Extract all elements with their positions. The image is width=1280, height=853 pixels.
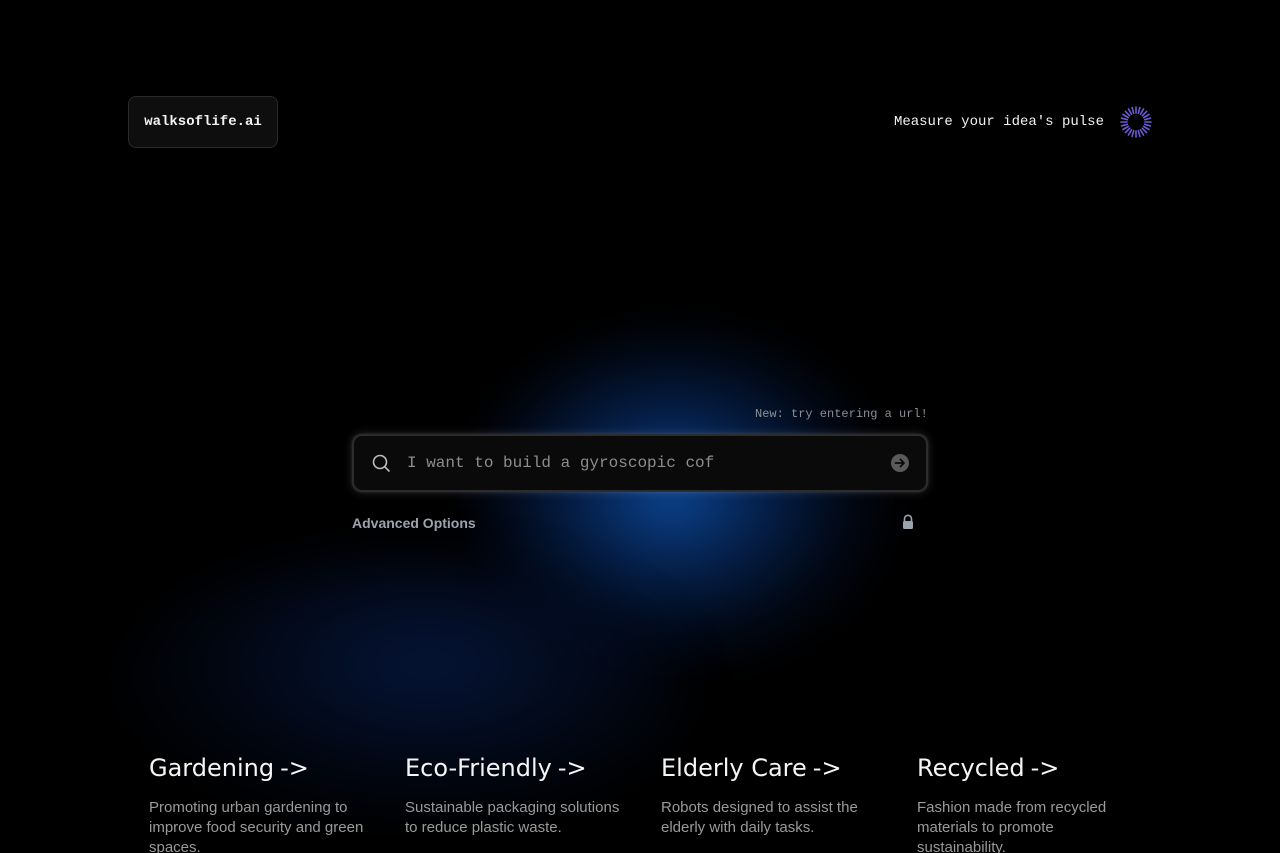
arrow-right-circle-icon[interactable]: [890, 453, 910, 473]
spinner-spoke: [1137, 129, 1141, 138]
card-eco-friendly[interactable]: Eco-Friendly -> Sustainable packaging sol…: [405, 752, 625, 838]
spinner-spoke: [1141, 110, 1148, 117]
card-description: Robots designed to assist the elderly wi…: [661, 799, 858, 836]
arrow-right-icon: ->: [280, 754, 309, 782]
lock-icon: [903, 514, 913, 529]
spinner-spoke: [1139, 128, 1145, 136]
spinner-spoke: [1120, 117, 1129, 121]
advanced-options-toggle[interactable]: Advanced Options: [352, 515, 476, 531]
spinner-spoke: [1131, 129, 1135, 138]
spinner-spoke: [1143, 117, 1152, 121]
url-hint: New: try entering a url!: [755, 407, 928, 421]
spinner-spoke: [1127, 128, 1133, 136]
card-description: Fashion made from recycled materials to …: [917, 799, 1107, 853]
measure-pulse-link[interactable]: Measure your idea's pulse: [894, 104, 1152, 140]
card-title: Gardening ->: [149, 754, 309, 782]
card-title: Eco-Friendly ->: [405, 754, 587, 782]
spinner-spoke: [1122, 125, 1130, 131]
search-box: [352, 434, 928, 492]
idea-search-input[interactable]: [407, 448, 890, 478]
spinner-spoke: [1141, 127, 1148, 134]
arrow-right-icon: ->: [812, 754, 842, 782]
card-title: Recycled ->: [917, 754, 1060, 782]
spinner-spoke: [1120, 123, 1129, 127]
page: walksoflife.ai Measure your idea's pulse…: [0, 0, 1280, 853]
spinner-spoke: [1139, 108, 1145, 116]
spinner-spoke: [1143, 123, 1152, 127]
measure-pulse-text: Measure your idea's pulse: [893, 114, 1104, 130]
idea-cards: Gardening -> Promoting urban gardening to…: [149, 752, 1149, 853]
spinner-spoke: [1131, 106, 1135, 115]
spinner-spoke: [1142, 113, 1150, 119]
spinner-icon: [1120, 106, 1152, 138]
card-description: Promoting urban gardening to improve foo…: [149, 799, 364, 853]
spinner-spoke: [1137, 106, 1141, 115]
spinner-spoke: [1122, 113, 1130, 119]
search-icon: [372, 454, 390, 472]
card-recycled[interactable]: Recycled -> Fashion made from recycled ma…: [917, 752, 1137, 853]
card-title: Elderly Care ->: [661, 754, 842, 782]
arrow-right-icon: ->: [1030, 754, 1060, 782]
logo-text: walksoflife.ai: [144, 114, 262, 130]
card-gardening[interactable]: Gardening -> Promoting urban gardening to…: [149, 752, 369, 853]
card-description: Sustainable packaging solutions to reduc…: [405, 799, 620, 836]
logo[interactable]: walksoflife.ai: [128, 96, 278, 148]
spinner-spoke: [1124, 127, 1131, 134]
arrow-right-icon: ->: [557, 754, 587, 782]
spinner-spoke: [1127, 108, 1133, 116]
spinner-spoke: [1142, 125, 1150, 131]
spinner-spoke: [1124, 110, 1131, 117]
card-elderly-care[interactable]: Elderly Care -> Robots designed to assist…: [661, 752, 881, 838]
